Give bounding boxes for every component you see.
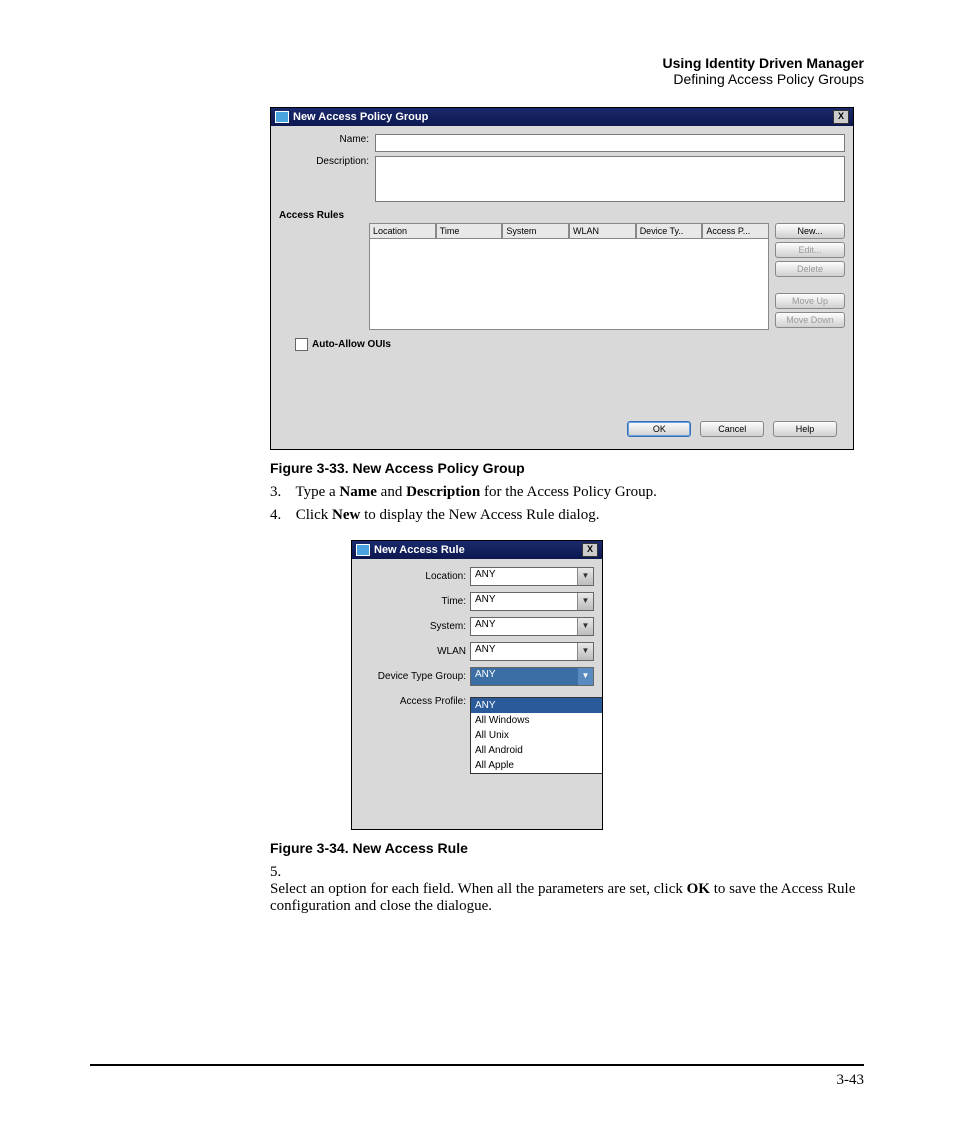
dropdown-option[interactable]: All Windows [471,713,602,728]
rules-table-body[interactable] [369,239,769,330]
header-section: Defining Access Policy Groups [90,71,864,87]
rules-table[interactable]: Location Time System WLAN Device Ty.. Ac… [369,223,769,330]
location-select[interactable]: ANY ▼ [470,567,594,586]
name-input[interactable] [375,134,845,152]
move-up-button[interactable]: Move Up [775,293,845,309]
new-access-policy-group-dialog: New Access Policy Group X Name: Descript… [270,107,854,450]
auto-allow-ouis-label: Auto-Allow OUIs [312,339,391,350]
dialog-title: New Access Policy Group [293,111,428,123]
dropdown-option[interactable]: All Unix [471,728,602,743]
col-location[interactable]: Location [369,223,436,239]
dropdown-option[interactable]: All Android [471,743,602,758]
col-time[interactable]: Time [436,223,503,239]
name-label: Name: [279,134,375,145]
move-down-button[interactable]: Move Down [775,312,845,328]
window-icon [356,544,370,556]
help-button[interactable]: Help [773,421,837,437]
new-access-rule-dialog: New Access Rule X Location: ANY ▼ Time: … [351,540,603,830]
figure-34-caption: Figure 3-34. New Access Rule [270,840,864,856]
edit-button[interactable]: Edit... [775,242,845,258]
device-type-group-label: Device Type Group: [360,671,470,682]
description-label: Description: [279,156,375,167]
access-rules-label: Access Rules [279,210,845,221]
col-wlan[interactable]: WLAN [569,223,636,239]
header-chapter: Using Identity Driven Manager [90,55,864,71]
chevron-down-icon[interactable]: ▼ [577,668,593,685]
close-icon[interactable]: X [833,110,849,124]
location-label: Location: [360,571,470,582]
col-system[interactable]: System [502,223,569,239]
dialog-titlebar: New Access Policy Group X [271,108,853,126]
close-icon[interactable]: X [582,543,598,557]
new-button[interactable]: New... [775,223,845,239]
col-access-profile[interactable]: Access P... [702,223,769,239]
time-select[interactable]: ANY ▼ [470,592,594,611]
chevron-down-icon[interactable]: ▼ [577,568,593,585]
wlan-label: WLAN [360,646,470,657]
step-4: 4. Click New to display the New Access R… [270,507,864,524]
access-profile-label: Access Profile: [360,696,470,707]
system-label: System: [360,621,470,632]
window-icon [275,111,289,123]
delete-button[interactable]: Delete [775,261,845,277]
dialog2-title: New Access Rule [374,544,465,556]
ok-button[interactable]: OK [627,421,691,437]
page-header: Using Identity Driven Manager Defining A… [90,55,864,87]
cancel-button[interactable]: Cancel [700,421,764,437]
auto-allow-ouis-checkbox[interactable] [295,338,308,351]
system-select[interactable]: ANY ▼ [470,617,594,636]
step-5: 5. Select an option for each field. When… [270,864,864,915]
dropdown-option[interactable]: All Apple [471,758,602,773]
figure-33-caption: Figure 3-33. New Access Policy Group [270,460,864,476]
page-number: 3-43 [837,1072,865,1088]
wlan-select[interactable]: ANY ▼ [470,642,594,661]
dialog2-titlebar: New Access Rule X [352,541,602,559]
device-type-group-select[interactable]: ANY ▼ [470,667,594,686]
page-footer: 3-43 [90,1064,864,1089]
time-label: Time: [360,596,470,607]
col-device-type[interactable]: Device Ty.. [636,223,703,239]
chevron-down-icon[interactable]: ▼ [577,643,593,660]
chevron-down-icon[interactable]: ▼ [577,593,593,610]
description-input[interactable] [375,156,845,202]
chevron-down-icon[interactable]: ▼ [577,618,593,635]
step-3: 3. Type a Name and Description for the A… [270,484,864,501]
